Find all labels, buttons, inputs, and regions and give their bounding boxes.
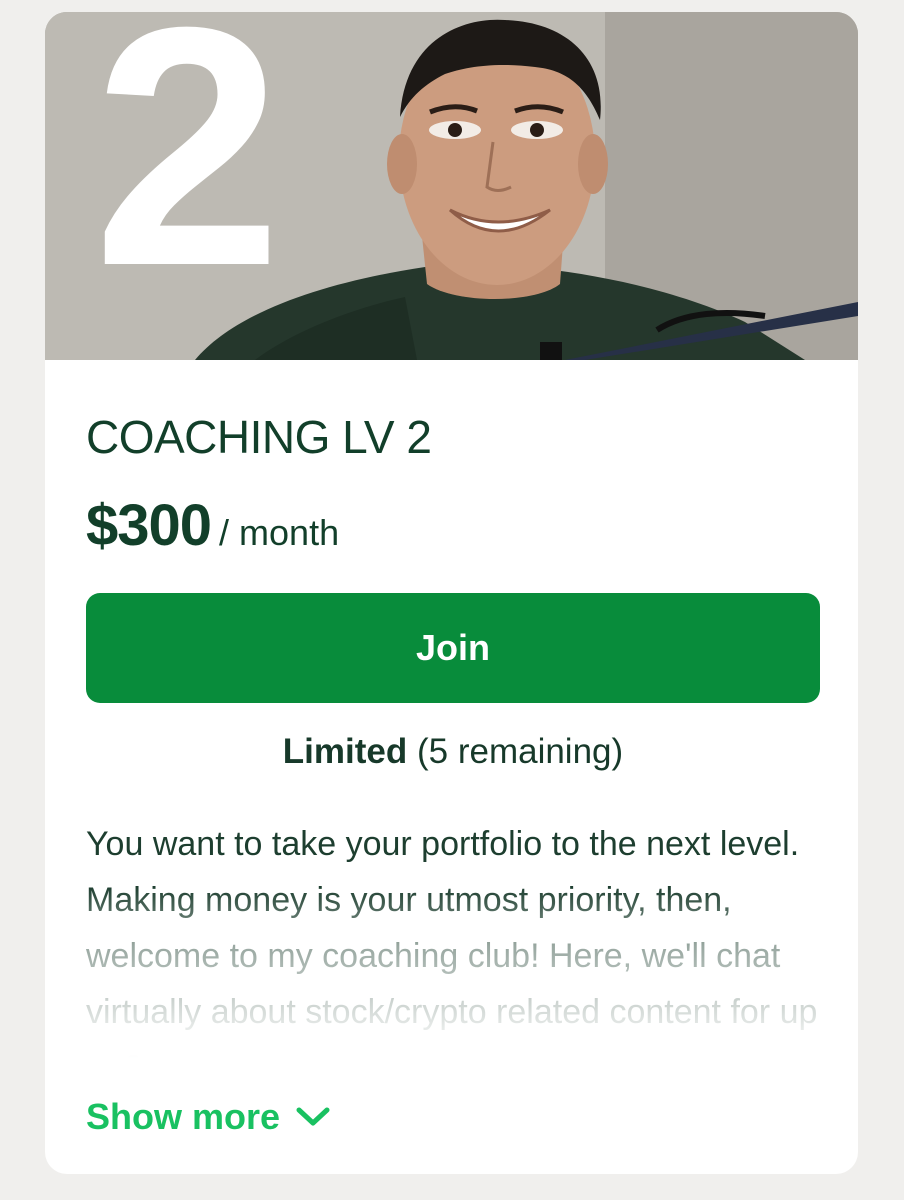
chevron-down-icon bbox=[296, 1106, 330, 1128]
join-button[interactable]: Join bbox=[86, 593, 820, 703]
price-row: $300/ month bbox=[86, 492, 339, 559]
tier-cover-photo: 2 bbox=[45, 12, 858, 360]
price-period: / month bbox=[219, 512, 340, 553]
availability-label: Limited bbox=[282, 732, 408, 771]
tier-card: 2 COACHING LV 2 $300/ month Join Limited… bbox=[45, 12, 858, 1174]
cover-numeral: 2 bbox=[93, 12, 282, 337]
price-amount: $300 bbox=[86, 493, 212, 558]
show-more-label: Show more bbox=[86, 1096, 281, 1137]
tier-title: COACHING LV 2 bbox=[86, 411, 432, 463]
show-more-button[interactable]: Show more bbox=[86, 1096, 330, 1138]
tier-description: You want to take your portfolio to the n… bbox=[86, 825, 818, 1058]
remaining-count: (5 remaining) bbox=[416, 732, 624, 771]
availability-status: Limited (5 remaining) bbox=[86, 732, 820, 772]
